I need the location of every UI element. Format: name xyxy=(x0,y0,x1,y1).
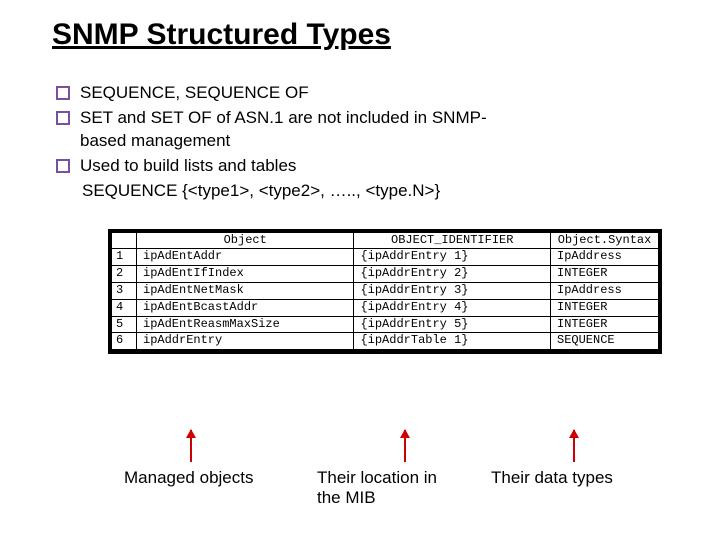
table-cell: IpAddress xyxy=(551,283,659,300)
table-cell: ipAdEntBcastAddr xyxy=(137,299,354,316)
arrow-icon xyxy=(404,430,406,462)
table-cell: {ipAddrTable 1} xyxy=(354,333,551,350)
bullet-subtext: SEQUENCE {<type1>, <type2>, ….., <type.N… xyxy=(56,180,720,203)
bullet-item: SEQUENCE, SEQUENCE OF xyxy=(56,82,720,105)
arrow-icon xyxy=(573,430,575,462)
table-cell: 1 xyxy=(112,249,137,266)
table-cell: IpAddress xyxy=(551,249,659,266)
arrow-icon xyxy=(190,430,192,462)
table-header-cell: OBJECT_IDENTIFIER xyxy=(354,232,551,249)
table-cell: INTEGER xyxy=(551,299,659,316)
caption-location: Their location in the MIB xyxy=(317,468,437,508)
table-row: 6 ipAddrEntry {ipAddrTable 1} SEQUENCE xyxy=(112,333,659,350)
slide-title: SNMP Structured Types xyxy=(0,0,720,52)
caption-managed-objects: Managed objects xyxy=(124,468,253,488)
table-row: 5 ipAdEntReasmMaxSize {ipAddrEntry 5} IN… xyxy=(112,316,659,333)
table-cell: 3 xyxy=(112,283,137,300)
caption-data-types: Their data types xyxy=(491,468,613,488)
table-cell: ipAddrEntry xyxy=(137,333,354,350)
bullet-item: Used to build lists and tables xyxy=(56,155,720,178)
caption-line: the MIB xyxy=(317,488,437,508)
bullet-list: SEQUENCE, SEQUENCE OF SET and SET OF of … xyxy=(0,52,720,203)
bullet-text: Used to build lists and tables xyxy=(80,155,296,178)
table-cell: 4 xyxy=(112,299,137,316)
table-cell: {ipAddrEntry 3} xyxy=(354,283,551,300)
table-cell: INTEGER xyxy=(551,266,659,283)
bullet-icon xyxy=(56,111,70,125)
table-cell: ipAdEntIfIndex xyxy=(137,266,354,283)
table-cell: {ipAddrEntry 2} xyxy=(354,266,551,283)
table-cell: {ipAddrEntry 5} xyxy=(354,316,551,333)
table-row: 2 ipAdEntIfIndex {ipAddrEntry 2} INTEGER xyxy=(112,266,659,283)
table-row: 3 ipAdEntNetMask {ipAddrEntry 3} IpAddre… xyxy=(112,283,659,300)
bullet-icon xyxy=(56,86,70,100)
table-header-cell: Object xyxy=(137,232,354,249)
table-cell: INTEGER xyxy=(551,316,659,333)
mib-table: Object OBJECT_IDENTIFIER Object.Syntax 1… xyxy=(108,229,662,355)
table-cell: ipAdEntAddr xyxy=(137,249,354,266)
table-cell: SEQUENCE xyxy=(551,333,659,350)
table-row: 1 ipAdEntAddr {ipAddrEntry 1} IpAddress xyxy=(112,249,659,266)
bullet-text: SEQUENCE, SEQUENCE OF xyxy=(80,82,309,105)
table-row: 4 ipAdEntBcastAddr {ipAddrEntry 4} INTEG… xyxy=(112,299,659,316)
table-cell: 5 xyxy=(112,316,137,333)
table-cell: ipAdEntReasmMaxSize xyxy=(137,316,354,333)
table-cell: 6 xyxy=(112,333,137,350)
caption-line: Their location in xyxy=(317,468,437,488)
table-header-cell: Object.Syntax xyxy=(551,232,659,249)
table-cell: ipAdEntNetMask xyxy=(137,283,354,300)
table-header-row: Object OBJECT_IDENTIFIER Object.Syntax xyxy=(112,232,659,249)
bullet-icon xyxy=(56,159,70,173)
table-cell: 2 xyxy=(112,266,137,283)
table-cell: {ipAddrEntry 4} xyxy=(354,299,551,316)
table-cell: {ipAddrEntry 1} xyxy=(354,249,551,266)
table-header-cell xyxy=(112,232,137,249)
bullet-text: SET and SET OF of ASN.1 are not included… xyxy=(80,107,510,153)
bullet-item: SET and SET OF of ASN.1 are not included… xyxy=(56,107,720,153)
